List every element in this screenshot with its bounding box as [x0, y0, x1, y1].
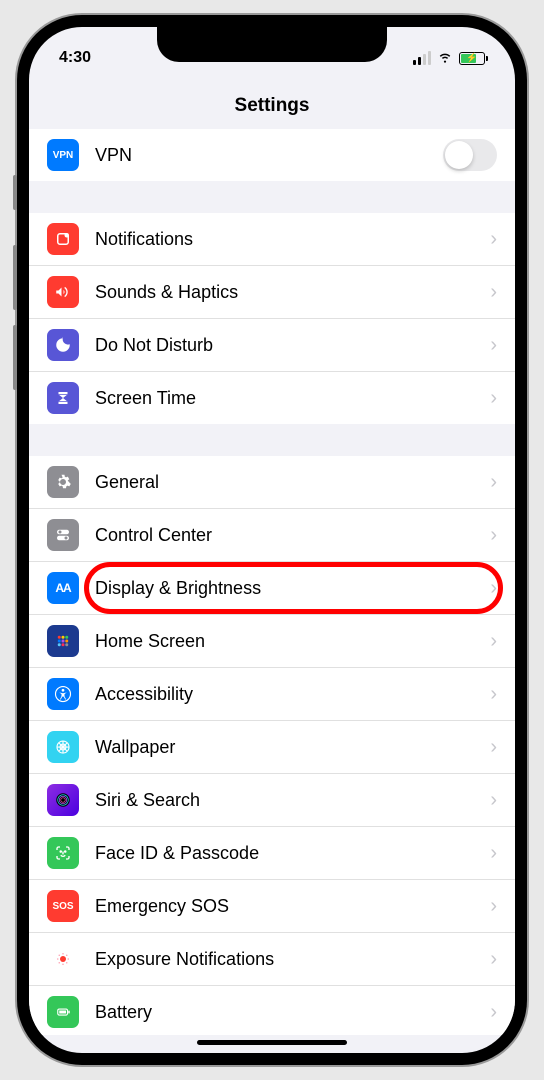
battery-icon: [47, 996, 79, 1028]
row-label: Notifications: [95, 229, 490, 250]
chevron-right-icon: ›: [490, 334, 497, 357]
chevron-right-icon: ›: [490, 789, 497, 812]
chevron-right-icon: ›: [490, 1001, 497, 1024]
settings-row-display-brightness[interactable]: AA Display & Brightness›: [29, 561, 515, 614]
chevron-right-icon: ›: [490, 281, 497, 304]
row-label: General: [95, 472, 490, 493]
wallpaper-icon: [47, 731, 79, 763]
row-label: Siri & Search: [95, 790, 490, 811]
exposure-icon: [47, 943, 79, 975]
settings-section: VPN VPN: [29, 129, 515, 181]
chevron-right-icon: ›: [490, 683, 497, 706]
cellular-signal-icon: [413, 51, 431, 65]
row-label: Screen Time: [95, 388, 490, 409]
chevron-right-icon: ›: [490, 524, 497, 547]
settings-list[interactable]: VPNVPNNotifications›Sounds & Haptics›Do …: [29, 129, 515, 1035]
sos-icon: SOS: [47, 890, 79, 922]
volume-down: [13, 325, 17, 390]
settings-row-sounds-haptics[interactable]: Sounds & Haptics›: [29, 265, 515, 318]
mute-switch: [13, 175, 17, 210]
homescreen-icon: [47, 625, 79, 657]
settings-row-battery[interactable]: Battery›: [29, 985, 515, 1035]
settings-row-vpn[interactable]: VPN VPN: [29, 129, 515, 181]
settings-row-home-screen[interactable]: Home Screen›: [29, 614, 515, 667]
row-label: VPN: [95, 145, 443, 166]
notifications-icon: [47, 223, 79, 255]
row-label: Accessibility: [95, 684, 490, 705]
controlcenter-icon: [47, 519, 79, 551]
settings-row-do-not-disturb[interactable]: Do Not Disturb›: [29, 318, 515, 371]
dnd-icon: [47, 329, 79, 361]
faceid-icon: [47, 837, 79, 869]
accessibility-icon: [47, 678, 79, 710]
chevron-right-icon: ›: [490, 577, 497, 600]
siri-icon: [47, 784, 79, 816]
settings-row-emergency-sos[interactable]: SOS Emergency SOS›: [29, 879, 515, 932]
settings-row-notifications[interactable]: Notifications›: [29, 213, 515, 265]
page-title: Settings: [235, 95, 310, 116]
settings-row-accessibility[interactable]: Accessibility›: [29, 667, 515, 720]
row-label: Emergency SOS: [95, 896, 490, 917]
phone-frame: 4:30 ⚡ Settings VPNVPNNotifications›Soun…: [17, 15, 527, 1065]
settings-section: Notifications›Sounds & Haptics›Do Not Di…: [29, 213, 515, 424]
home-indicator[interactable]: [197, 1040, 347, 1045]
general-icon: [47, 466, 79, 498]
row-label: Battery: [95, 1002, 490, 1023]
row-label: Home Screen: [95, 631, 490, 652]
settings-row-siri-search[interactable]: Siri & Search›: [29, 773, 515, 826]
row-label: Wallpaper: [95, 737, 490, 758]
chevron-right-icon: ›: [490, 471, 497, 494]
screentime-icon: [47, 382, 79, 414]
toggle-switch[interactable]: [443, 139, 497, 171]
chevron-right-icon: ›: [490, 895, 497, 918]
battery-status-icon: ⚡: [459, 52, 485, 65]
row-label: Control Center: [95, 525, 490, 546]
chevron-right-icon: ›: [490, 387, 497, 410]
display-icon: AA: [47, 572, 79, 604]
phone-screen: 4:30 ⚡ Settings VPNVPNNotifications›Soun…: [29, 27, 515, 1053]
settings-row-general[interactable]: General›: [29, 456, 515, 508]
settings-section: General›Control Center›AADisplay & Brigh…: [29, 456, 515, 1035]
chevron-right-icon: ›: [490, 630, 497, 653]
sounds-icon: [47, 276, 79, 308]
row-label: Exposure Notifications: [95, 949, 490, 970]
chevron-right-icon: ›: [490, 736, 497, 759]
volume-up: [13, 245, 17, 310]
settings-row-screen-time[interactable]: Screen Time›: [29, 371, 515, 424]
chevron-right-icon: ›: [490, 948, 497, 971]
status-right: ⚡: [413, 47, 485, 69]
nav-header: Settings: [29, 77, 515, 129]
row-label: Do Not Disturb: [95, 335, 490, 356]
settings-row-wallpaper[interactable]: Wallpaper›: [29, 720, 515, 773]
chevron-right-icon: ›: [490, 842, 497, 865]
settings-row-face-id-passcode[interactable]: Face ID & Passcode›: [29, 826, 515, 879]
wifi-icon: [436, 47, 454, 69]
vpn-icon: VPN: [47, 139, 79, 171]
row-label: Face ID & Passcode: [95, 843, 490, 864]
settings-row-control-center[interactable]: Control Center›: [29, 508, 515, 561]
row-label: Display & Brightness: [95, 578, 490, 599]
row-label: Sounds & Haptics: [95, 282, 490, 303]
settings-row-exposure-notifications[interactable]: Exposure Notifications›: [29, 932, 515, 985]
notch: [157, 27, 387, 62]
chevron-right-icon: ›: [490, 228, 497, 251]
status-time: 4:30: [59, 49, 91, 67]
